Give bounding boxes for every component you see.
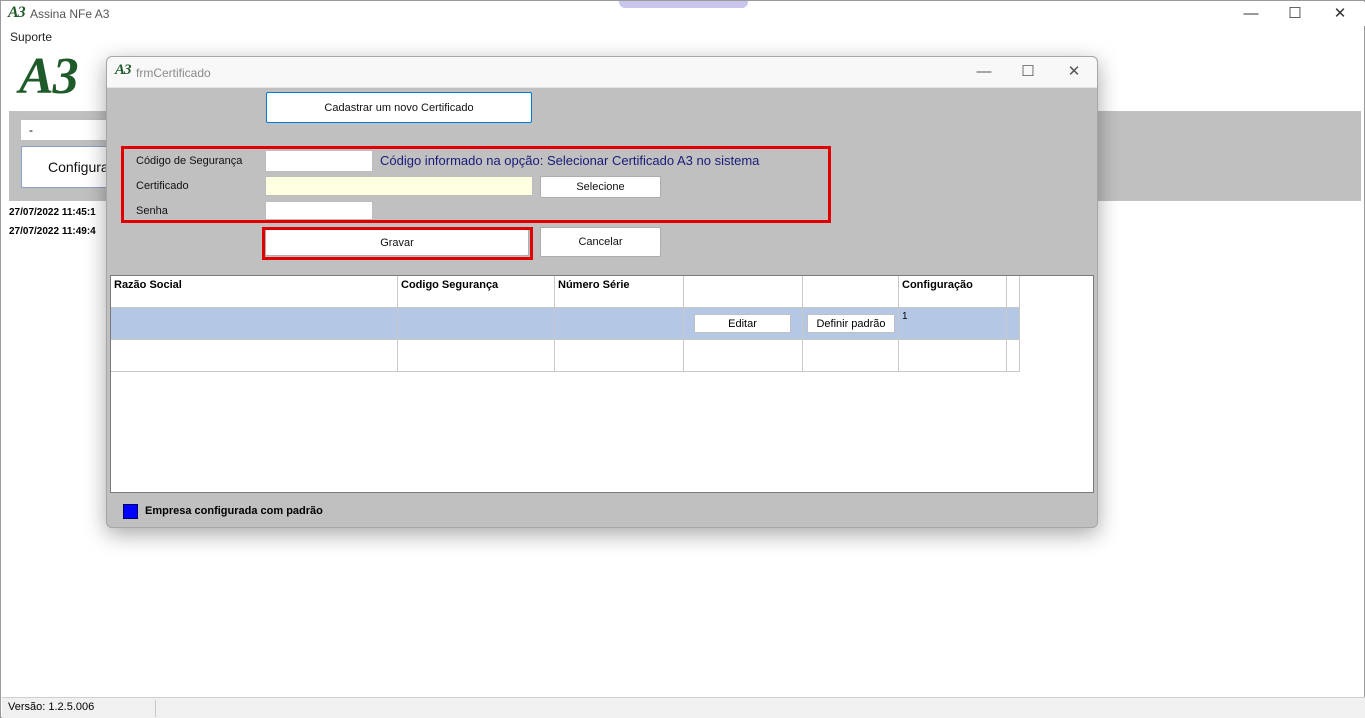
grid-cell-serie[interactable]: [555, 308, 684, 340]
grid-header: Configuração: [899, 276, 1007, 308]
grid-empty-cell: [1007, 340, 1020, 372]
dialog-logo: A3: [115, 62, 131, 78]
snap-indicator: [619, 1, 748, 8]
dialog-title: frmCertificado: [136, 66, 211, 80]
grid-header: [803, 276, 899, 308]
security-code-input[interactable]: [265, 150, 373, 172]
grid-empty-cell: [899, 340, 1007, 372]
grid-empty-cell: [555, 340, 684, 372]
security-code-label: Código de Segurança: [136, 155, 243, 167]
grid-header: Codigo Segurança: [398, 276, 555, 308]
save-highlight: [262, 227, 533, 260]
config-button[interactable]: Configura: [21, 146, 111, 188]
grid-cell-default: Definir padrão: [803, 308, 899, 340]
certificate-input[interactable]: [265, 176, 533, 196]
company-combo[interactable]: -: [20, 119, 110, 141]
legend-label: Empresa configurada com padrão: [145, 505, 323, 517]
window-title: Assina NFe A3: [30, 7, 110, 21]
status-separator: [155, 700, 156, 717]
app-logo-large: A3: [19, 48, 79, 105]
status-bar: Versão: 1.2.5.006: [2, 697, 1365, 718]
dialog-maximize-button[interactable]: ☐: [1005, 60, 1051, 84]
certificate-label: Certificado: [136, 180, 189, 192]
grid-header-spacer: [1007, 276, 1020, 308]
certificate-dialog: A3 frmCertificado — ☐ ✕ Cadastrar um nov…: [106, 56, 1098, 528]
set-default-button[interactable]: Definir padrão: [807, 314, 895, 333]
grid-empty-cell: [398, 340, 555, 372]
grid-cell-spacer: [1007, 308, 1020, 340]
grid-cell-codigo[interactable]: [398, 308, 555, 340]
edit-button[interactable]: Editar: [694, 314, 791, 333]
grid-cell-config[interactable]: 1: [899, 308, 1007, 340]
version-label: Versão: 1.2.5.006: [8, 701, 95, 713]
app-logo-small: A3: [8, 4, 26, 21]
dialog-minimize-button[interactable]: —: [961, 60, 1007, 84]
grid-cell-razao[interactable]: [111, 308, 398, 340]
menu-suporte[interactable]: Suporte: [10, 30, 52, 44]
select-certificate-button[interactable]: Selecione: [540, 176, 661, 198]
dialog-close-button[interactable]: ✕: [1051, 60, 1097, 84]
password-input[interactable]: [265, 201, 373, 220]
grid-header: Número Série: [555, 276, 684, 308]
grid-empty-cell: [111, 340, 398, 372]
certificate-grid: Razão Social Codigo Segurança Número Sér…: [110, 275, 1094, 493]
new-certificate-button[interactable]: Cadastrar um novo Certificado: [266, 92, 532, 123]
grid-header: [684, 276, 803, 308]
default-company-swatch: [123, 504, 138, 519]
dialog-titlebar: A3 frmCertificado — ☐ ✕: [107, 57, 1097, 88]
log-entry: 27/07/2022 11:49:4: [9, 226, 96, 237]
grid-empty-cell: [684, 340, 803, 372]
maximize-button[interactable]: ☐: [1272, 2, 1318, 26]
grid-header: Razão Social: [111, 276, 398, 308]
password-label: Senha: [136, 205, 168, 217]
cancel-button[interactable]: Cancelar: [540, 227, 661, 257]
close-button[interactable]: ✕: [1317, 2, 1363, 26]
security-code-hint: Código informado na opção: Selecionar Ce…: [380, 153, 760, 168]
minimize-button[interactable]: —: [1228, 2, 1274, 26]
log-entry: 27/07/2022 11:45:1: [9, 207, 96, 218]
grid-empty-cell: [803, 340, 899, 372]
grid-cell-edit: Editar: [684, 308, 803, 340]
